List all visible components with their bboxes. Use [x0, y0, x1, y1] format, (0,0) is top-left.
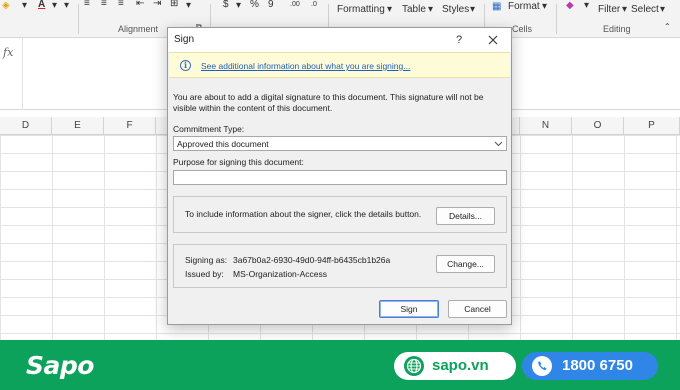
font-color-dropdown-icon[interactable]: ▾: [52, 0, 57, 11]
cell-styles-dropdown-icon[interactable]: ▾: [470, 4, 475, 15]
website-pill[interactable]: sapo.vn: [394, 352, 516, 380]
signer-group: Signing as: 3a67b0a2-6930-49d0-94ff-b643…: [173, 244, 507, 288]
globe-icon: [404, 356, 424, 376]
format-button[interactable]: Format: [508, 1, 540, 12]
cancel-button[interactable]: Cancel: [448, 300, 507, 318]
merge-dropdown-icon[interactable]: ▾: [186, 0, 191, 11]
details-button[interactable]: Details...: [436, 207, 495, 225]
sort-filter-button[interactable]: Filter: [598, 4, 620, 15]
chevron-down-icon: [494, 141, 503, 147]
info-icon: i: [180, 60, 191, 71]
currency-dropdown-icon[interactable]: ▾: [236, 0, 241, 11]
phone-number: 1800 6750: [562, 357, 633, 374]
cell-styles-button[interactable]: Styles: [442, 4, 469, 15]
font-color-icon[interactable]: A: [38, 0, 45, 10]
details-instruction: To include information about the signer,…: [185, 209, 422, 219]
column-header[interactable]: N: [520, 117, 572, 135]
merge-center-icon[interactable]: ⊞: [170, 0, 178, 9]
additional-info-link[interactable]: See additional information about what yo…: [201, 61, 410, 71]
decrease-decimal-icon[interactable]: .0: [311, 1, 317, 8]
align-right-icon[interactable]: ≡: [118, 0, 124, 9]
clear-dropdown-icon[interactable]: ▾: [584, 0, 589, 11]
find-select-dropdown-icon[interactable]: ▾: [660, 4, 665, 15]
close-button[interactable]: [482, 30, 504, 50]
more-icon[interactable]: ▾: [64, 0, 69, 11]
info-bar: i See additional information about what …: [169, 52, 510, 78]
conditional-formatting-button[interactable]: Formatting: [337, 4, 385, 15]
dialog-titlebar: Sign ?: [168, 28, 511, 52]
phone-pill[interactable]: 1800 6750: [522, 352, 658, 380]
insert-function-icon[interactable]: fx: [3, 46, 13, 59]
close-icon: [488, 35, 498, 45]
column-header[interactable]: E: [52, 117, 104, 135]
column-header[interactable]: F: [104, 117, 156, 135]
cells-group-label: Cells: [512, 24, 533, 34]
signature-description: You are about to add a digital signature…: [173, 92, 484, 113]
details-group: To include information about the signer,…: [173, 196, 507, 233]
website-text: sapo.vn: [432, 357, 489, 374]
purpose-input[interactable]: [173, 170, 507, 185]
fill-color-dropdown-icon[interactable]: ▾: [22, 0, 27, 11]
format-as-table-button[interactable]: Table: [402, 4, 426, 15]
issued-by-value: MS-Organization-Access: [233, 269, 328, 279]
clear-icon[interactable]: ◆: [566, 0, 574, 11]
commitment-type-value: Approved this document: [177, 139, 269, 149]
conditional-formatting-dropdown-icon[interactable]: ▾: [387, 4, 392, 15]
decrease-indent-icon[interactable]: ⇤: [136, 0, 144, 9]
find-select-button[interactable]: Select: [631, 4, 659, 15]
sign-button[interactable]: Sign: [379, 300, 439, 318]
format-dropdown-icon[interactable]: ▾: [542, 1, 547, 12]
increase-indent-icon[interactable]: ⇥: [153, 0, 161, 9]
format-as-table-dropdown-icon[interactable]: ▾: [428, 4, 433, 15]
commitment-type-label: Commitment Type:: [173, 124, 245, 134]
collapse-ribbon-icon[interactable]: ⌃: [664, 22, 671, 31]
sort-filter-dropdown-icon[interactable]: ▾: [622, 4, 627, 15]
column-header[interactable]: O: [572, 117, 624, 135]
format-cells-icon[interactable]: ▦: [492, 1, 501, 12]
increase-decimal-icon[interactable]: .00: [290, 1, 300, 8]
percent-icon[interactable]: %: [250, 0, 259, 10]
fill-color-icon[interactable]: ◈: [2, 0, 10, 11]
alignment-group-label: Alignment: [118, 24, 159, 34]
issued-by-label: Issued by:: [185, 269, 224, 279]
dialog-title: Sign: [174, 34, 195, 45]
align-center-icon[interactable]: ≡: [101, 0, 107, 9]
sign-dialog: Sign ? i See additional information abou…: [167, 27, 512, 325]
column-header[interactable]: D: [0, 117, 52, 135]
phone-icon: [532, 356, 552, 376]
help-button[interactable]: ?: [448, 30, 470, 50]
align-left-icon[interactable]: ≡: [84, 0, 90, 9]
editing-group-label: Editing: [603, 24, 631, 34]
signing-as-label: Signing as:: [185, 255, 228, 265]
change-button[interactable]: Change...: [436, 255, 495, 273]
signing-as-value: 3a67b0a2-6930-49d0-94ff-b6435cb1b26a: [233, 255, 391, 265]
purpose-label: Purpose for signing this document:: [173, 157, 304, 167]
column-header[interactable]: P: [624, 117, 680, 135]
comma-style-icon[interactable]: 9: [268, 0, 274, 10]
brand-footer: Sapo sapo.vn 1800 6750: [0, 340, 680, 390]
sapo-logo: Sapo: [26, 351, 94, 380]
commitment-type-select[interactable]: Approved this document: [173, 136, 507, 151]
currency-icon[interactable]: $: [223, 0, 229, 10]
